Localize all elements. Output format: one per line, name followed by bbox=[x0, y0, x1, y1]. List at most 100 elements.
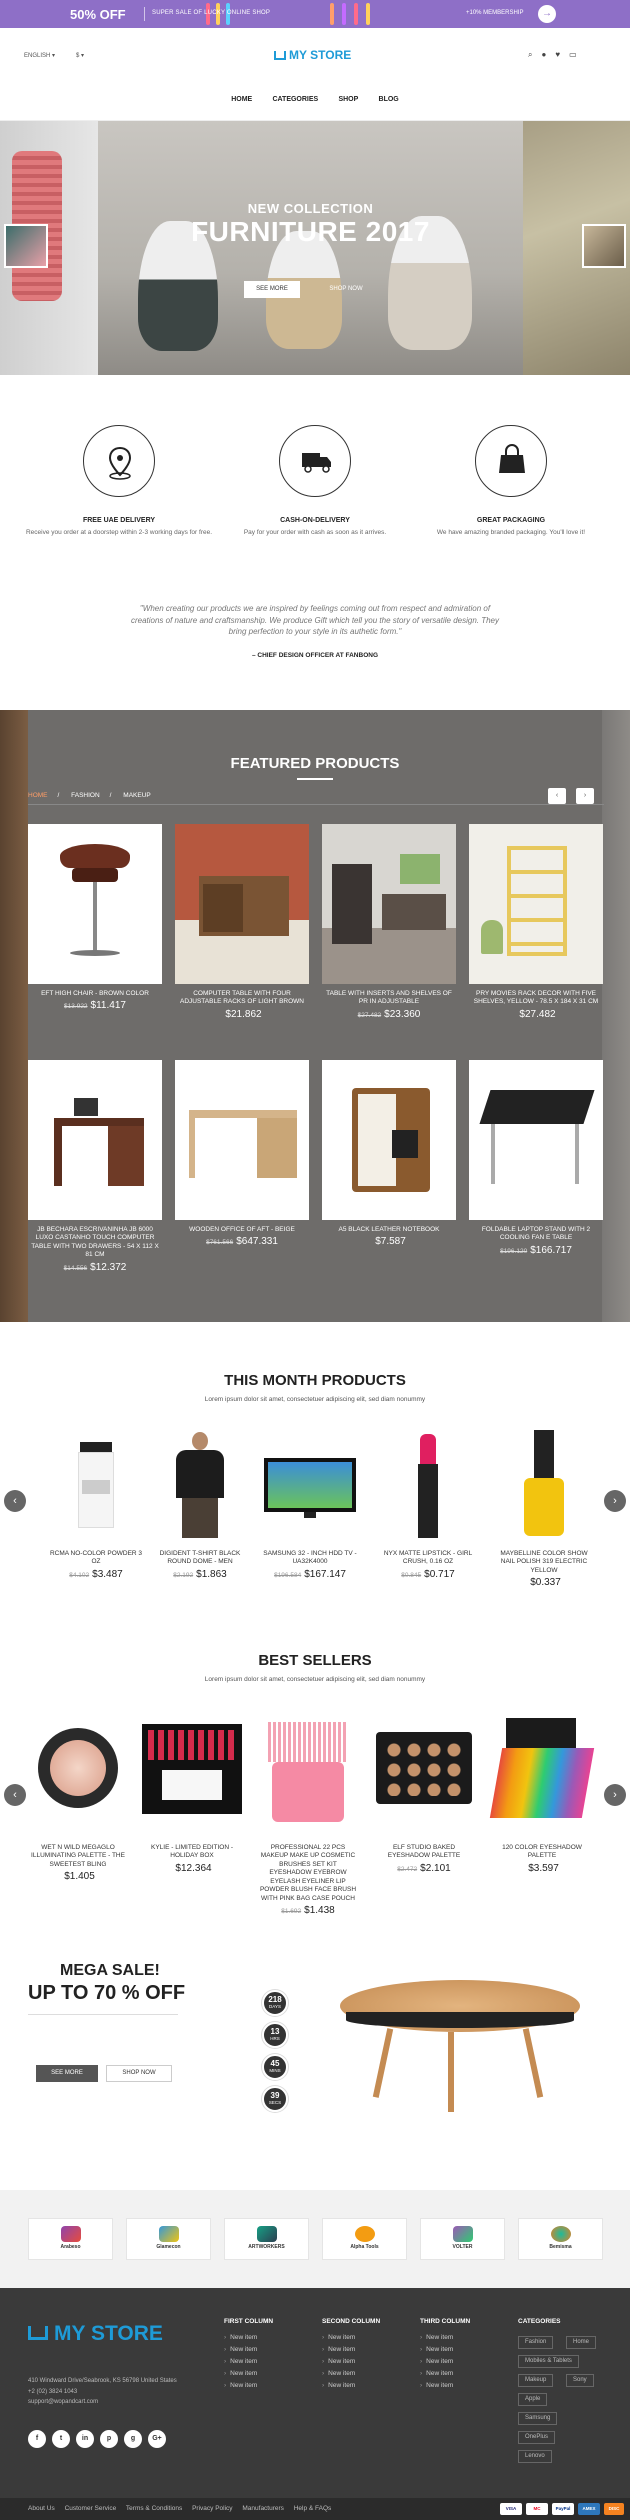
category-tag[interactable]: Samsung bbox=[518, 2412, 558, 2425]
best-next-button[interactable]: › bbox=[604, 1784, 626, 1806]
product-card[interactable]: ELF STUDIO BAKED EYESHADOW PALETTE $2.47… bbox=[374, 1718, 474, 1874]
linkedin-icon[interactable]: in bbox=[76, 2430, 94, 2448]
product-card[interactable]: A5 BLACK LEATHER NOTEBOOK $7.587 bbox=[322, 1060, 456, 1247]
footer-link[interactable]: New item bbox=[224, 2346, 273, 2353]
mega-sale-discount: UP TO 70 % OFF bbox=[28, 1982, 186, 2004]
category-tag[interactable]: Mobiles & Tablets bbox=[518, 2355, 579, 2368]
hero-next-thumb[interactable] bbox=[582, 224, 626, 268]
footer-link[interactable]: New item bbox=[224, 2358, 273, 2365]
product-card[interactable]: RCMA NO-COLOR POWDER 3 OZ $4.102 $3.487 bbox=[46, 1424, 146, 1580]
product-card[interactable]: JB BECHARA ESCRIVANINHA JB 6000 LUXO CAS… bbox=[28, 1060, 162, 1273]
footer-link[interactable]: New item bbox=[420, 2382, 470, 2389]
best-prev-button[interactable]: ‹ bbox=[4, 1784, 26, 1806]
product-card[interactable]: EFT HIGH CHAIR - BROWN COLOR $13.922 $11.… bbox=[28, 824, 162, 1011]
customer-service-link[interactable]: Customer Service bbox=[65, 2505, 117, 2512]
store-logo[interactable]: MY STORE bbox=[274, 48, 351, 62]
product-card[interactable]: MAYBELLINE COLOR SHOW NAIL POLISH 319 EL… bbox=[494, 1424, 594, 1588]
currency-select[interactable]: $ ▾ bbox=[76, 52, 84, 59]
discover-icon: DISC bbox=[604, 2503, 624, 2515]
product-card[interactable]: COMPUTER TABLE WITH FOUR ADJUSTABLE RACK… bbox=[175, 824, 309, 1020]
category-tag[interactable]: Makeup bbox=[518, 2374, 554, 2387]
footer-link[interactable]: New item bbox=[420, 2346, 470, 2353]
brand-logo[interactable]: Bemisma bbox=[518, 2218, 603, 2260]
privacy-link[interactable]: Privacy Policy bbox=[192, 2505, 232, 2512]
product-card[interactable]: WET N WILD MEGAGLO ILLUMINATING PALETTE … bbox=[28, 1718, 128, 1882]
carousel-prev-button[interactable]: ‹ bbox=[548, 788, 566, 804]
footer-link[interactable]: New item bbox=[224, 2370, 273, 2377]
brush-decoration bbox=[330, 3, 334, 25]
footer-logo[interactable]: MY STORE bbox=[28, 2322, 163, 2346]
tab-fashion[interactable]: FASHION bbox=[71, 792, 100, 799]
brand-logo[interactable]: ARTWORKERS bbox=[224, 2218, 309, 2260]
nav-home[interactable]: HOME bbox=[231, 96, 252, 103]
heart-icon[interactable]: ♥ bbox=[555, 50, 569, 59]
cart-icon[interactable]: ▭ bbox=[569, 50, 586, 59]
countdown-value: 39 bbox=[270, 2091, 280, 2100]
footer-link[interactable]: New item bbox=[322, 2370, 380, 2377]
mega-shop-now-button[interactable]: SHOP NOW bbox=[106, 2065, 172, 2082]
brand-logo[interactable]: Arabeso bbox=[28, 2218, 113, 2260]
nav-shop[interactable]: SHOP bbox=[338, 96, 358, 103]
github-icon[interactable]: g bbox=[124, 2430, 142, 2448]
product-card[interactable]: 120 COLOR EYESHADOW PALETTE $3.597 bbox=[489, 1718, 595, 1874]
pinterest-icon[interactable]: p bbox=[100, 2430, 118, 2448]
category-tag[interactable]: Lenovo bbox=[518, 2450, 552, 2463]
shop-now-button[interactable]: SHOP NOW bbox=[318, 281, 374, 298]
twitter-icon[interactable]: t bbox=[52, 2430, 70, 2448]
google-plus-icon[interactable]: G+ bbox=[148, 2430, 166, 2448]
see-more-button[interactable]: SEE MORE bbox=[244, 281, 300, 298]
footer-link[interactable]: New item bbox=[322, 2358, 380, 2365]
carousel-next-button[interactable]: › bbox=[576, 788, 594, 804]
nav-categories[interactable]: CATEGORIES bbox=[272, 96, 318, 103]
product-card[interactable]: DIGIDENT T-SHIRT BLACK ROUND DOME - MEN … bbox=[150, 1424, 250, 1580]
product-card[interactable]: FOLDABLE LAPTOP STAND WITH 2 COOLING FAN… bbox=[469, 1060, 603, 1256]
countdown-value: 45 bbox=[270, 2059, 280, 2068]
search-icon[interactable]: ⌕ bbox=[528, 50, 541, 59]
month-next-button[interactable]: › bbox=[604, 1490, 626, 1512]
category-tag[interactable]: OnePlus bbox=[518, 2431, 556, 2444]
product-card[interactable]: TABLE WITH INSERTS AND SHELVES OF PR IN … bbox=[322, 824, 456, 1020]
brush-decoration bbox=[366, 3, 370, 25]
month-prev-button[interactable]: ‹ bbox=[4, 1490, 26, 1512]
footer-link[interactable]: New item bbox=[224, 2382, 273, 2389]
product-name: WOODEN OFFICE OF AFT - BEIGE bbox=[189, 1226, 295, 1233]
category-tag[interactable]: Home bbox=[566, 2336, 597, 2349]
brand-logo[interactable]: Alpha Tools bbox=[322, 2218, 407, 2260]
footer-link[interactable]: New item bbox=[322, 2334, 380, 2341]
manufacturers-link[interactable]: Manufacturers bbox=[242, 2505, 284, 2512]
facebook-icon[interactable]: f bbox=[28, 2430, 46, 2448]
product-card[interactable]: KYLIE - LIMITED EDITION - HOLIDAY BOX $1… bbox=[142, 1718, 242, 1874]
about-us-link[interactable]: About Us bbox=[28, 2505, 55, 2512]
footer-column-3: THIRD COLUMN New item New item New item … bbox=[420, 2318, 470, 2394]
user-icon[interactable]: ● bbox=[541, 50, 555, 59]
terms-link[interactable]: Terms & Conditions bbox=[126, 2505, 182, 2512]
product-card[interactable]: PRY MOVIES RACK DECOR WITH FIVE SHELVES,… bbox=[469, 824, 603, 1020]
footer-link[interactable]: New item bbox=[420, 2358, 470, 2365]
footer-link[interactable]: New item bbox=[322, 2346, 380, 2353]
footer-link[interactable]: New item bbox=[420, 2370, 470, 2377]
product-card[interactable]: PROFESSIONAL 22 PCS MAKEUP MAKE UP COSME… bbox=[258, 1718, 358, 1916]
footer-link[interactable]: New item bbox=[322, 2382, 380, 2389]
footer-column-title: THIRD COLUMN bbox=[420, 2318, 471, 2325]
footer-email[interactable]: support@wopandcart.com bbox=[28, 2397, 177, 2408]
product-card[interactable]: SAMSUNG 32 - INCH HDD TV - UA32K4000 $19… bbox=[260, 1424, 360, 1580]
footer-link[interactable]: New item bbox=[420, 2334, 470, 2341]
category-tag[interactable]: Fashion bbox=[518, 2336, 554, 2349]
category-tag[interactable]: Apple bbox=[518, 2393, 548, 2406]
nav-blog[interactable]: BLOG bbox=[379, 96, 399, 103]
help-link[interactable]: Help & FAQs bbox=[294, 2505, 332, 2512]
language-select[interactable]: ENGLISH ▾ bbox=[24, 52, 55, 59]
tab-makeup[interactable]: MAKEUP bbox=[123, 792, 150, 799]
footer-link[interactable]: New item bbox=[224, 2334, 273, 2341]
category-tag[interactable]: Sony bbox=[566, 2374, 594, 2387]
product-card[interactable]: NYX MATTE LIPSTICK - GIRL CRUSH, 0.16 OZ… bbox=[378, 1424, 478, 1580]
product-price: $1.405 bbox=[28, 1871, 128, 1882]
brand-logo[interactable]: VOLTER bbox=[420, 2218, 505, 2260]
promo-arrow-button[interactable]: → bbox=[538, 5, 556, 23]
brand-logo[interactable]: Glamecon bbox=[126, 2218, 211, 2260]
mega-see-more-button[interactable]: SEE MORE bbox=[36, 2065, 98, 2082]
tab-home[interactable]: HOME bbox=[28, 792, 48, 799]
hero-prev-thumb[interactable] bbox=[4, 224, 48, 268]
product-card[interactable]: WOODEN OFFICE OF AFT - BEIGE $761.566 $64… bbox=[175, 1060, 309, 1247]
footer-address: 410 Windward Drive/Seabrook, KS 56798 Un… bbox=[28, 2378, 177, 2384]
